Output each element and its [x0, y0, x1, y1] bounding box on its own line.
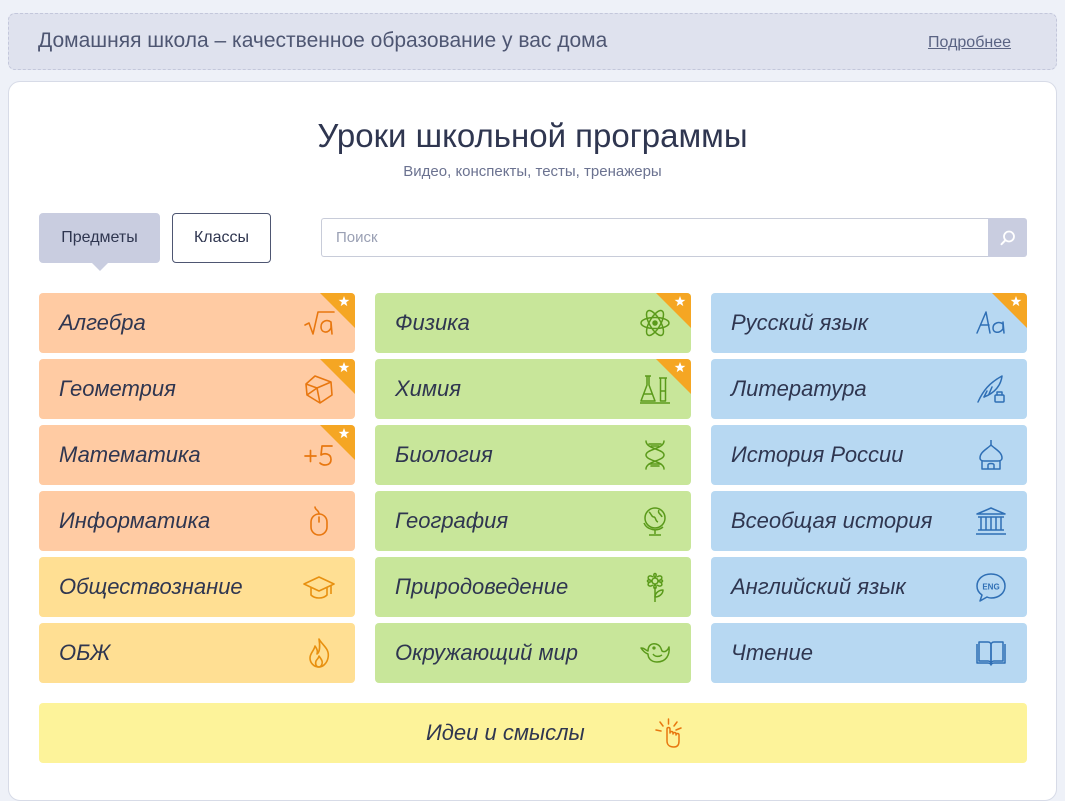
page-title: Уроки школьной программы — [317, 117, 748, 154]
favorite-star-icon — [320, 293, 355, 328]
subject-label: Химия — [395, 376, 461, 401]
page-subtitle: Видео, конспекты, тесты, тренажеры — [403, 163, 662, 180]
favorite-star-icon — [320, 425, 355, 460]
wide-tile-label: Идеи и смыслы — [426, 720, 585, 745]
subject-tile-physics[interactable]: Физика — [375, 293, 691, 353]
subject-tile-biology[interactable]: Биология — [375, 425, 691, 485]
subject-tile-informatics[interactable]: Информатика — [39, 491, 355, 551]
subject-label: Геометрия — [59, 376, 176, 401]
subject-tile-mathematics[interactable]: Математика — [39, 425, 355, 485]
subject-tile-social-studies[interactable]: Обществознание — [39, 557, 355, 617]
subject-tile-russian-history[interactable]: История России — [711, 425, 1027, 485]
subject-label: Обществознание — [59, 574, 243, 599]
quill-icon — [977, 375, 1005, 403]
bird-icon — [640, 643, 670, 663]
temple-icon — [976, 507, 1006, 535]
subject-label: Чтение — [731, 640, 813, 665]
promo-banner: Домашняя школа – качественное образовани… — [8, 13, 1057, 70]
subject-tile-geometry[interactable]: Геометрия — [39, 359, 355, 419]
flame-icon — [309, 638, 330, 668]
search-button[interactable] — [988, 218, 1027, 257]
flower-icon — [646, 572, 664, 602]
subject-tile-algebra[interactable]: Алгебра — [39, 293, 355, 353]
eng-bubble-icon: ENG — [976, 573, 1006, 602]
tab-subjects[interactable]: Предметы — [39, 213, 160, 271]
mouse-icon — [310, 506, 328, 536]
dna-icon — [645, 440, 665, 470]
subject-tile-english[interactable]: Английский язык ENG — [711, 557, 1027, 617]
subject-label: Русский язык — [731, 310, 869, 335]
subject-tile-world-history[interactable]: Всеобщая история — [711, 491, 1027, 551]
subject-tile-life-safety[interactable]: ОБЖ — [39, 623, 355, 683]
search-input[interactable] — [321, 218, 988, 257]
banner-more-link[interactable]: Подробнее — [928, 34, 1011, 52]
book-icon — [976, 641, 1006, 666]
subject-tile-geography[interactable]: География — [375, 491, 691, 551]
search-icon — [1000, 230, 1015, 245]
tab-classes[interactable]: Классы — [172, 213, 271, 263]
subject-label: Английский язык — [731, 574, 906, 599]
idea-hand-icon — [655, 718, 682, 748]
favorite-star-icon — [656, 359, 691, 394]
subject-label: История России — [731, 442, 904, 467]
subject-label: Литература — [731, 376, 867, 401]
subject-tile-world-around[interactable]: Окружающий мир — [375, 623, 691, 683]
subject-label: Окружающий мир — [395, 640, 579, 665]
graduation-cap-icon — [303, 576, 335, 599]
subject-label: Всеобщая история — [731, 508, 933, 533]
subject-label: ОБЖ — [59, 640, 111, 665]
subject-tile-literature[interactable]: Литература — [711, 359, 1027, 419]
subject-label: Природоведение — [395, 574, 569, 599]
subject-label: География — [395, 508, 509, 533]
subject-tile-chemistry[interactable]: Химия — [375, 359, 691, 419]
onion-dome-icon — [979, 440, 1003, 470]
subject-label: Информатика — [59, 508, 211, 533]
subject-label: Физика — [395, 310, 470, 335]
subject-label: Биология — [395, 442, 493, 467]
favorite-star-icon — [656, 293, 691, 328]
subject-label: Алгебра — [59, 310, 146, 335]
banner-title: Домашняя школа – качественное образовани… — [38, 29, 608, 52]
subject-tile-natural-science[interactable]: Природоведение — [375, 557, 691, 617]
ideas-and-meanings-tile[interactable]: Идеи и смыслы — [39, 703, 1027, 763]
favorite-star-icon — [320, 359, 355, 394]
globe-icon — [643, 507, 666, 536]
subject-tile-reading[interactable]: Чтение — [711, 623, 1027, 683]
subject-label: Математика — [59, 442, 201, 467]
svg-text:ENG: ENG — [982, 583, 999, 592]
subject-tile-russian[interactable]: Русский язык — [711, 293, 1027, 353]
favorite-star-icon — [992, 293, 1027, 328]
